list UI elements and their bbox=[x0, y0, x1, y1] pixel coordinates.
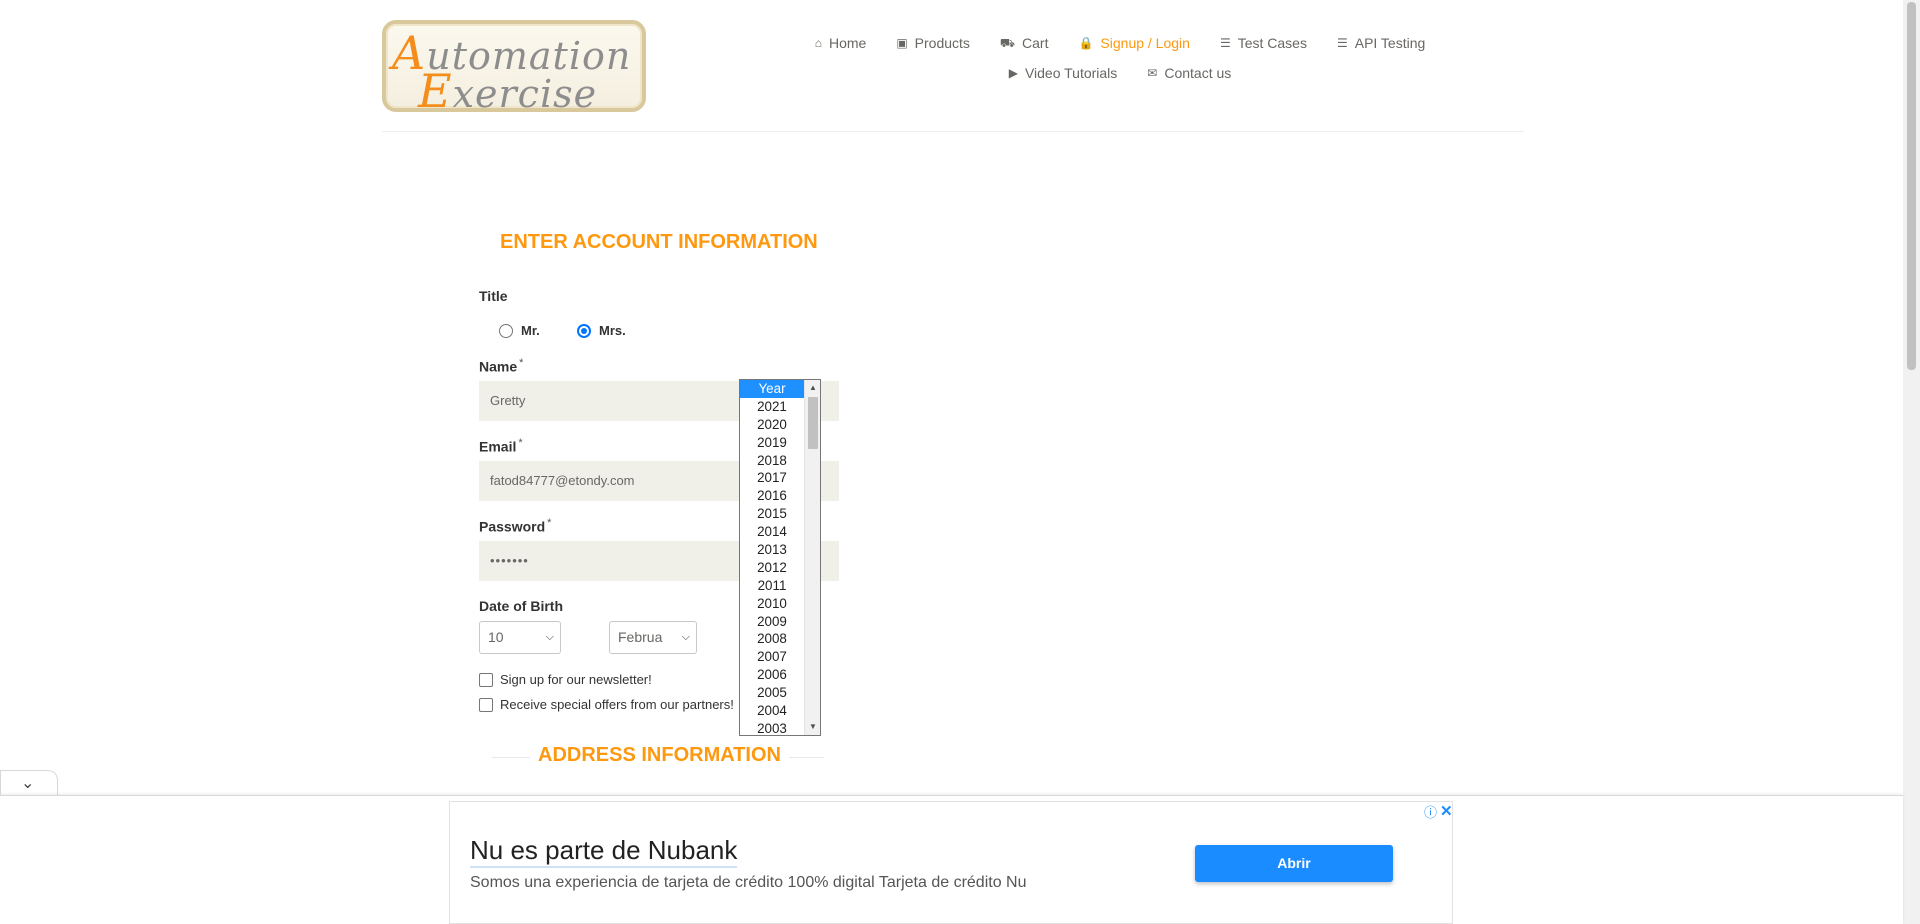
list-icon: ☰ bbox=[1219, 36, 1231, 50]
header-divider bbox=[382, 131, 1524, 132]
year-option[interactable]: 2015 bbox=[740, 505, 804, 523]
home-icon: ⌂ bbox=[814, 36, 822, 50]
dropdown-scrollbar[interactable]: ▲ ▼ bbox=[804, 380, 820, 735]
year-option[interactable]: 2010 bbox=[740, 595, 804, 613]
title-label: Title bbox=[479, 288, 508, 304]
chevron-down-icon: ⌵ bbox=[545, 631, 554, 643]
year-option[interactable]: 2005 bbox=[740, 684, 804, 702]
page-scroll-thumb[interactable] bbox=[1907, 2, 1916, 370]
year-option[interactable]: 2006 bbox=[740, 666, 804, 684]
nav-item-signup-login[interactable]: 🔒 Signup / Login bbox=[1078, 35, 1189, 51]
name-label: Name * bbox=[479, 357, 524, 375]
password-label: Password * bbox=[479, 517, 552, 535]
newsletter-option[interactable]: Sign up for our newsletter! bbox=[479, 672, 652, 687]
close-icon[interactable]: ✕ bbox=[1440, 802, 1453, 820]
youtube-icon: ▶ bbox=[1008, 66, 1018, 80]
cart-icon: ⛟ bbox=[999, 36, 1016, 50]
chevron-down-icon: ⌵ bbox=[681, 631, 690, 643]
year-option[interactable]: 2019 bbox=[740, 434, 804, 452]
year-option[interactable]: 2017 bbox=[740, 469, 804, 487]
required-mark: * bbox=[519, 357, 524, 369]
nav-label: Signup / Login bbox=[1100, 35, 1190, 51]
email-label: Email * bbox=[479, 437, 523, 455]
radio-mr-label: Mr. bbox=[521, 323, 540, 338]
ad-title[interactable]: Nu es parte de Nubank bbox=[470, 834, 738, 868]
radio-mrs-label: Mrs. bbox=[599, 323, 626, 338]
nav-item-test-cases[interactable]: ☰ Test Cases bbox=[1220, 35, 1307, 51]
newsletter-label: Sign up for our newsletter! bbox=[500, 672, 652, 687]
nav-label: Test Cases bbox=[1237, 35, 1307, 51]
radio-mr[interactable] bbox=[499, 323, 513, 338]
scroll-down-icon[interactable]: ▼ bbox=[805, 719, 820, 735]
nav-item-products[interactable]: ▣ Products bbox=[896, 35, 970, 51]
year-option[interactable]: 2014 bbox=[740, 523, 804, 541]
offers-label: Receive special offers from our partners… bbox=[500, 697, 734, 712]
title-radio-mrs[interactable]: Mrs. bbox=[577, 323, 626, 338]
ad-collapse-tab[interactable]: ⌄ bbox=[0, 770, 58, 796]
dob-month-select[interactable]: Februa ⌵ bbox=[609, 621, 697, 654]
nav-label: Contact us bbox=[1164, 65, 1232, 81]
logo-line-2: Exercise bbox=[418, 64, 598, 118]
year-option[interactable]: 2007 bbox=[740, 648, 804, 666]
nav-item-contact-us[interactable]: ✉ Contact us bbox=[1147, 65, 1231, 81]
scroll-up-icon[interactable]: ▲ bbox=[805, 380, 820, 396]
nav-item-home[interactable]: ⌂ Home bbox=[815, 35, 867, 51]
nav-item-video-tutorials[interactable]: ▶ Video Tutorials bbox=[1009, 65, 1118, 81]
title-radio-mr[interactable]: Mr. bbox=[499, 323, 540, 338]
dropdown-scroll-thumb[interactable] bbox=[808, 397, 818, 449]
year-option[interactable]: 2016 bbox=[740, 487, 804, 505]
year-option[interactable]: 2009 bbox=[740, 613, 804, 631]
list-icon: ☰ bbox=[1336, 36, 1348, 50]
year-option[interactable]: 2013 bbox=[740, 541, 804, 559]
lock-icon: 🔒 bbox=[1078, 36, 1094, 50]
year-options: Year 2021 2020 2019 2018 2017 2016 2015 2014 2013… bbox=[740, 380, 804, 735]
year-dropdown-list[interactable]: Year 2021 2020 2019 2018 2017 2016 2015 2014 2013… bbox=[739, 379, 821, 736]
nav-item-api-testing[interactable]: ☰ API Testing bbox=[1337, 35, 1425, 51]
site-logo[interactable]: Automation Exercise bbox=[382, 20, 646, 118]
year-option[interactable]: 2008 bbox=[740, 630, 804, 648]
year-option[interactable]: 2018 bbox=[740, 452, 804, 470]
required-mark: * bbox=[518, 437, 523, 449]
nav-label: Home bbox=[828, 35, 867, 51]
required-mark: * bbox=[547, 517, 552, 529]
nav-label: Products bbox=[914, 35, 970, 51]
dob-label: Date of Birth bbox=[479, 598, 563, 614]
radio-mrs[interactable] bbox=[577, 323, 591, 338]
year-option[interactable]: Year bbox=[740, 380, 804, 398]
year-option[interactable]: 2021 bbox=[740, 398, 804, 416]
dob-day-value: 10 bbox=[488, 629, 504, 645]
products-icon: ▣ bbox=[896, 36, 908, 50]
info-icon[interactable]: ⓘ bbox=[1424, 802, 1437, 821]
nav-label: Video Tutorials bbox=[1024, 65, 1118, 81]
year-option[interactable]: 2003 bbox=[740, 720, 804, 735]
year-option[interactable]: 2004 bbox=[740, 702, 804, 720]
account-info-heading: ENTER ACCOUNT INFORMATION bbox=[500, 231, 818, 253]
ad-description: Somos una experiencia de tarjeta de créd… bbox=[470, 874, 1027, 891]
year-option[interactable]: 2012 bbox=[740, 559, 804, 577]
ad-card[interactable]: Nu es parte de Nubank Somos una experien… bbox=[449, 801, 1453, 924]
chevron-down-icon: ⌄ bbox=[21, 775, 35, 792]
address-info-heading: ADDRESS INFORMATION bbox=[530, 744, 789, 767]
nav-row-2: ▶ Video Tutorials ✉ Contact us bbox=[780, 58, 1460, 88]
year-option[interactable]: 2011 bbox=[740, 577, 804, 595]
offers-checkbox[interactable] bbox=[479, 697, 493, 712]
offers-option[interactable]: Receive special offers from our partners… bbox=[479, 697, 734, 712]
nav-label: API Testing bbox=[1354, 35, 1426, 51]
nav-label: Cart bbox=[1022, 35, 1049, 51]
page-scrollbar[interactable] bbox=[1903, 0, 1920, 924]
nav-row-1: ⌂ Home ▣ Products ⛟ Cart 🔒 Signup / Login ☰ Test … bbox=[780, 28, 1460, 58]
newsletter-checkbox[interactable] bbox=[479, 672, 493, 687]
envelope-icon: ✉ bbox=[1147, 66, 1158, 80]
ad-open-button[interactable]: Abrir bbox=[1195, 845, 1393, 882]
dob-month-value: Februa bbox=[618, 629, 663, 645]
main-nav: ⌂ Home ▣ Products ⛟ Cart 🔒 Signup / Login ☰ Test … bbox=[780, 28, 1460, 88]
dob-day-select[interactable]: 10 ⌵ bbox=[479, 621, 561, 654]
nav-item-cart[interactable]: ⛟ Cart bbox=[1000, 35, 1049, 51]
year-option[interactable]: 2020 bbox=[740, 416, 804, 434]
